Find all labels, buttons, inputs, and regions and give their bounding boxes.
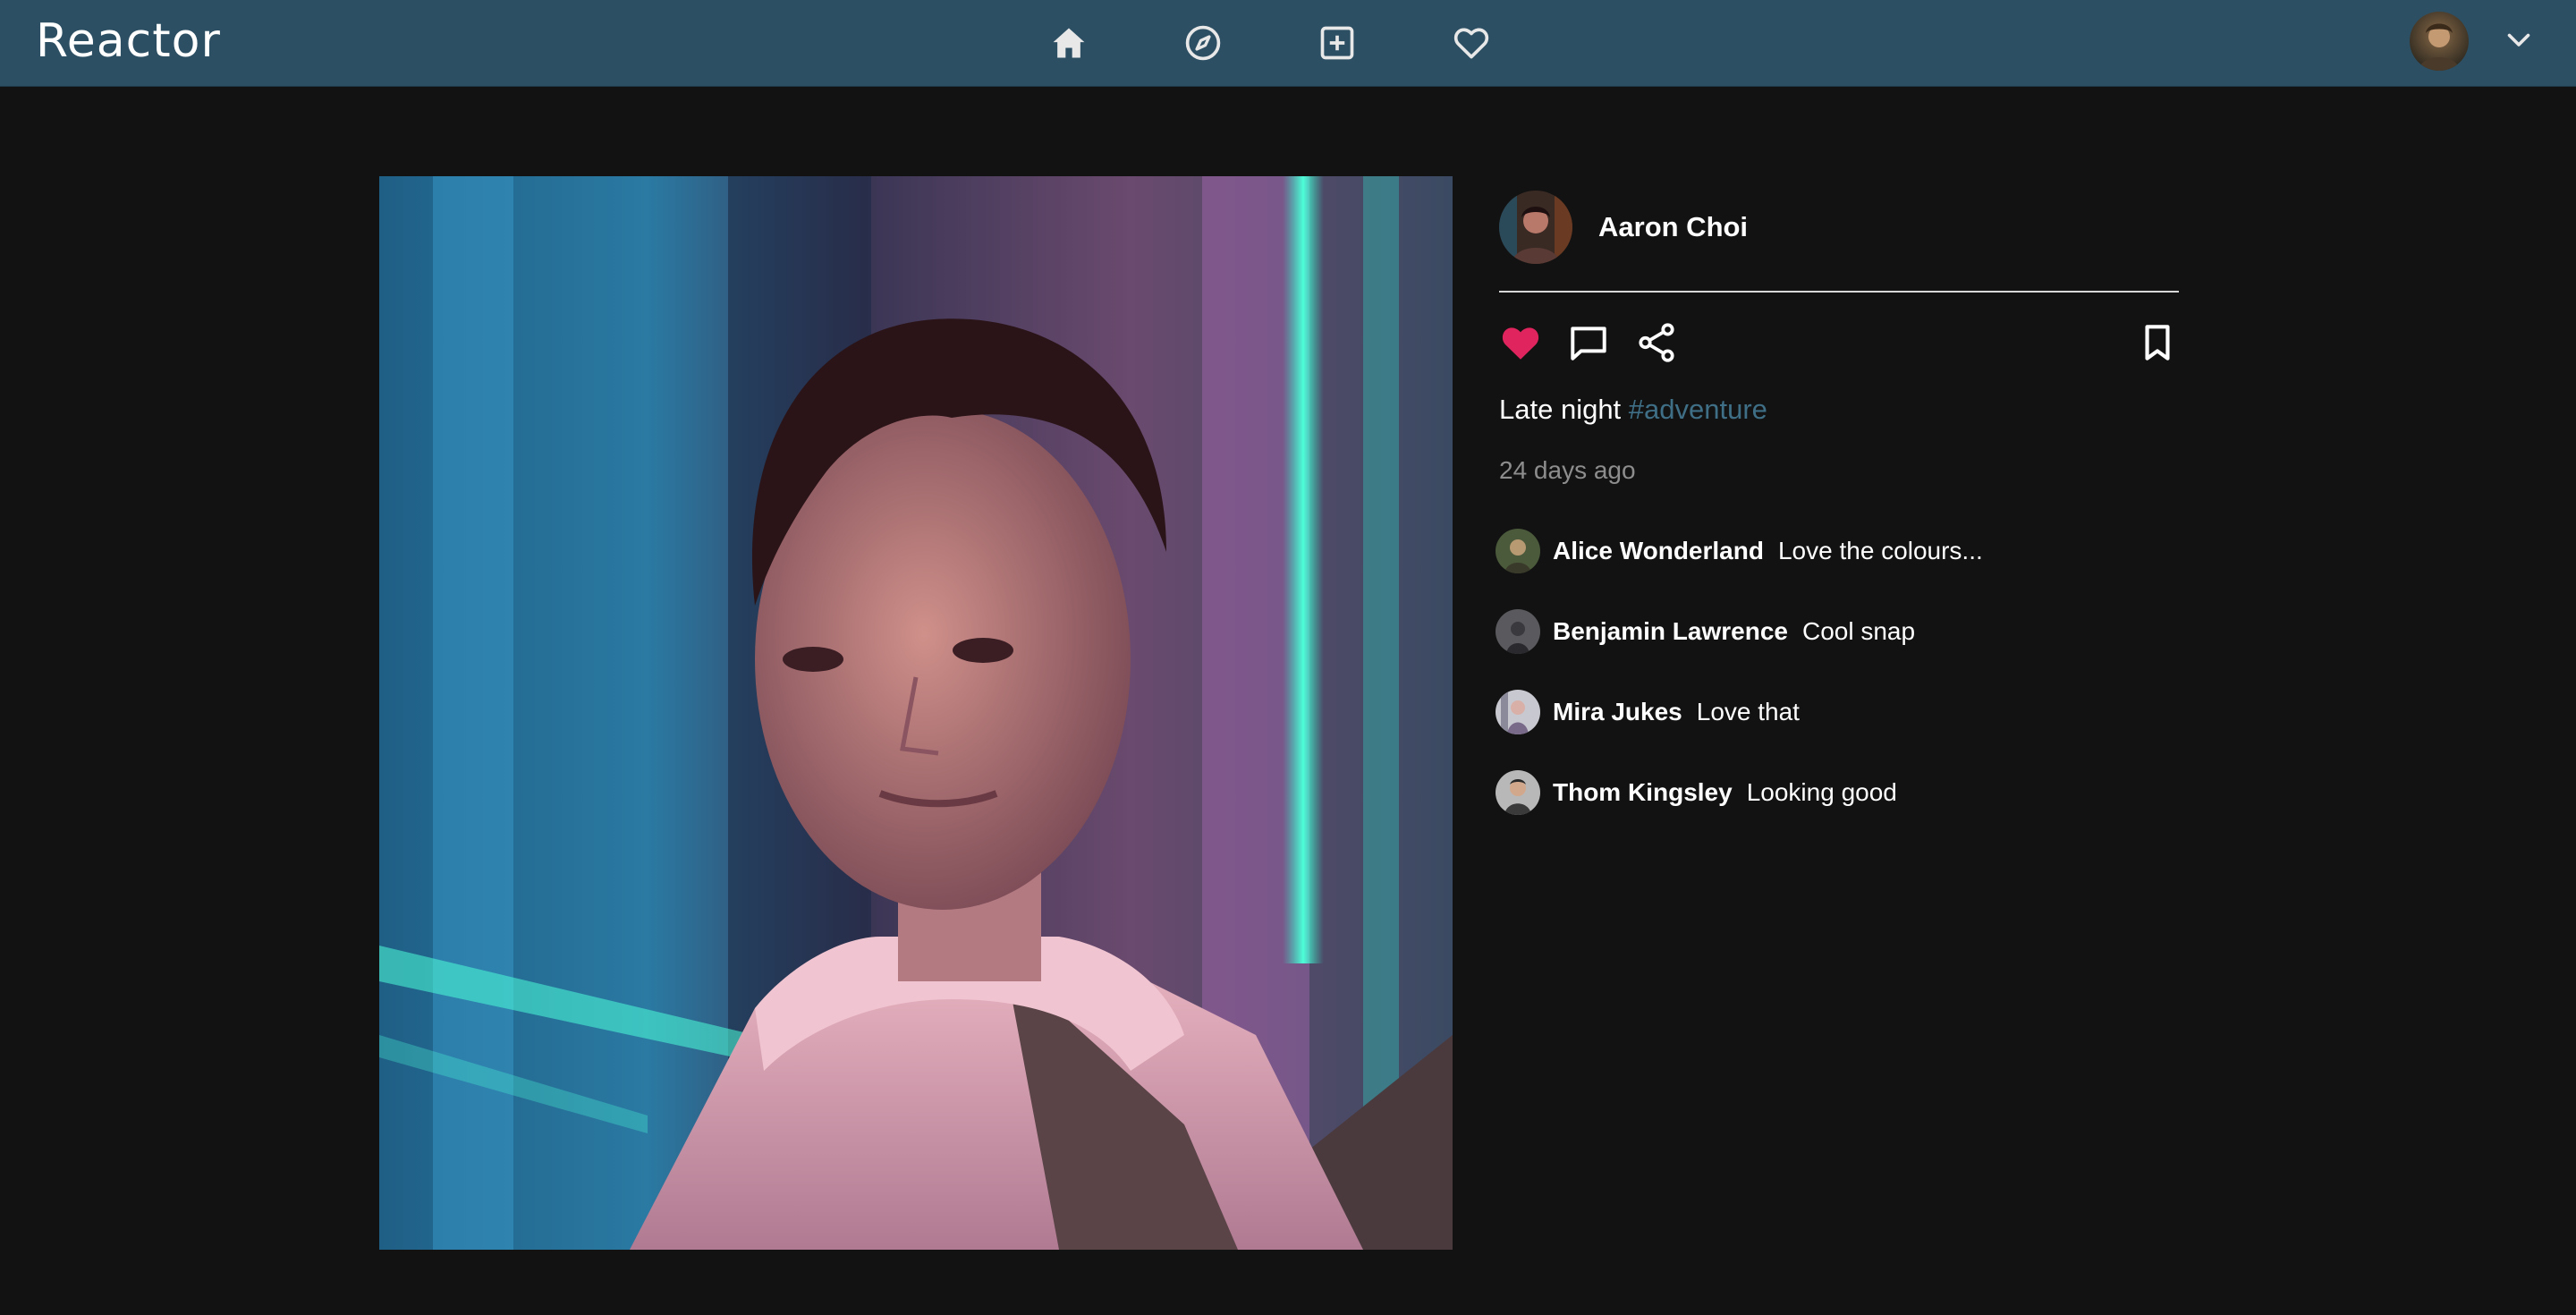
- comment-item: Alice Wonderland Love the colours...: [1496, 527, 1983, 575]
- caption-text: Late night: [1499, 394, 1622, 425]
- heart-icon[interactable]: [1498, 320, 1543, 365]
- post-caption: Late night #adventure: [1499, 392, 1767, 428]
- author-avatar[interactable]: [1499, 191, 1572, 264]
- comment-username[interactable]: Mira Jukes: [1553, 698, 1682, 726]
- comment-username[interactable]: Alice Wonderland: [1553, 537, 1764, 565]
- share-icon[interactable]: [1634, 320, 1679, 365]
- app-logo[interactable]: Reactor: [36, 13, 221, 70]
- comment-text: Cool snap: [1801, 617, 1916, 645]
- home-icon[interactable]: [1044, 18, 1094, 68]
- add-post-icon[interactable]: [1312, 18, 1362, 68]
- explore-compass-icon[interactable]: [1178, 18, 1228, 68]
- commenter-avatar[interactable]: [1496, 770, 1540, 815]
- comment-text: Looking good: [1746, 778, 1897, 806]
- post-timestamp: 24 days ago: [1499, 456, 1636, 484]
- comment-item: Mira Jukes Love that: [1496, 688, 1800, 736]
- author-name[interactable]: Aaron Choi: [1598, 209, 1748, 245]
- commenter-avatar[interactable]: [1496, 609, 1540, 654]
- comment-text: Love that: [1696, 698, 1800, 725]
- commenter-avatar[interactable]: [1496, 690, 1540, 734]
- commenter-avatar[interactable]: [1496, 529, 1540, 573]
- comment-icon[interactable]: [1566, 320, 1611, 365]
- comment-username[interactable]: Benjamin Lawrence: [1553, 617, 1788, 646]
- hashtag-link[interactable]: #adventure: [1629, 394, 1767, 425]
- comment-item: Benjamin Lawrence Cool snap: [1496, 607, 1915, 656]
- chevron-down-icon[interactable]: [2503, 23, 2535, 55]
- user-avatar[interactable]: [2410, 12, 2469, 71]
- top-nav-bar: Reactor: [0, 0, 2576, 87]
- heart-icon[interactable]: [1446, 18, 1496, 68]
- comment-username[interactable]: Thom Kingsley: [1553, 778, 1733, 807]
- comment-text: Love the colours...: [1777, 537, 1983, 564]
- bookmark-icon[interactable]: [2135, 320, 2180, 365]
- divider: [1499, 291, 2179, 293]
- post-photo[interactable]: [379, 176, 1453, 1250]
- comment-item: Thom Kingsley Looking good: [1496, 768, 1897, 817]
